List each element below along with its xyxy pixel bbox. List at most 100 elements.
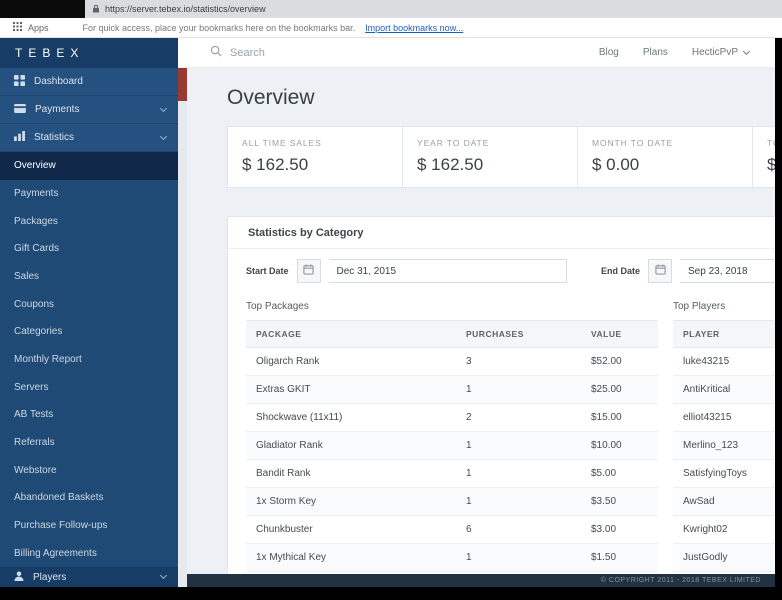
topbar: Blog Plans HecticPvP (178, 38, 775, 68)
calendar-icon (303, 262, 314, 280)
date-filter-row: Start Date End Date (228, 249, 775, 295)
table-row: JustGodly (673, 543, 775, 572)
stat-value: $ 0.00 (767, 155, 775, 174)
start-date-label: Start Date (246, 266, 289, 276)
dashboard-icon (14, 74, 25, 89)
import-bookmarks-link[interactable]: Import bookmarks now... (365, 23, 463, 33)
scrollbar-track[interactable] (178, 68, 187, 587)
table-row: SatisfyingToys (673, 459, 775, 488)
statistics-by-category-panel: Statistics by Category Start Date End Da… (227, 216, 775, 587)
sidebar-item-monthly-report[interactable]: Monthly Report (0, 346, 178, 374)
scrollbar-thumb[interactable] (178, 68, 187, 101)
table-row: Kwright02 (673, 515, 775, 544)
start-date-calendar-button[interactable] (296, 259, 321, 283)
table-row: luke43215 (673, 347, 775, 376)
screen: https://server.tebex.io/statistics/overv… (0, 0, 782, 600)
stats-summary: ALL TIME SALES $ 162.50 YEAR TO DATE $ 1… (227, 126, 775, 188)
chevron-down-icon (742, 47, 751, 55)
table-row: Gladiator Rank 1 $10.00 (246, 431, 658, 460)
table-row: Oligarch Rank 3 $52.00 (246, 347, 658, 376)
table-row: AwSad (673, 487, 775, 516)
sidebar-item-webstore[interactable]: Webstore (0, 456, 178, 484)
sidebar-item-label: Payments (35, 104, 80, 115)
end-date-calendar-button[interactable] (648, 259, 673, 283)
sidebar-item-servers[interactable]: Servers (0, 373, 178, 401)
url-text[interactable]: https://server.tebex.io/statistics/overv… (105, 4, 266, 14)
sidebar-item-label: Players (33, 571, 67, 583)
sidebar-item-sales[interactable]: Sales (0, 263, 178, 291)
tebex-logo[interactable]: TEBEX (0, 38, 178, 68)
end-date-label: End Date (601, 266, 641, 276)
stat-year-to-date: YEAR TO DATE $ 162.50 (403, 127, 578, 187)
stat-all-time-sales: ALL TIME SALES $ 162.50 (228, 127, 403, 187)
end-date-group: End Date (601, 259, 775, 283)
sidebar-item-referrals[interactable]: Referrals (0, 429, 178, 457)
table-row: 1x Storm Key 1 $3.50 (246, 487, 658, 516)
chevron-down-icon (159, 571, 168, 580)
sidebar-item-packages[interactable]: Packages (0, 207, 178, 235)
blog-link[interactable]: Blog (599, 47, 619, 58)
table-header-row: PLAYER (673, 320, 775, 348)
table-row: 1x Mythical Key 1 $1.50 (246, 543, 658, 572)
sidebar-item-players[interactable]: Players (0, 567, 178, 587)
chevron-down-icon (159, 104, 168, 112)
table-row: Bandit Rank 1 $5.00 (246, 459, 658, 488)
sidebar-item-abandoned-baskets[interactable]: Abandoned Baskets (0, 484, 178, 512)
stat-value: $ 162.50 (242, 155, 309, 174)
column-header: PLAYER (673, 320, 775, 348)
stat-label: MONTH TO DATE (592, 138, 674, 148)
sidebar-item-billing-agreements[interactable]: Billing Agreements (0, 539, 178, 567)
top-packages-table: PACKAGE PURCHASES VALUE Oligarch Rank 3 $5… (246, 320, 658, 572)
column-header: PURCHASES (456, 320, 581, 348)
stat-label: TODAY (767, 138, 775, 148)
sidebar-item-gift-cards[interactable]: Gift Cards (0, 235, 178, 263)
stat-label: YEAR TO DATE (417, 138, 490, 148)
browser-address-bar[interactable]: https://server.tebex.io/statistics/overv… (0, 0, 782, 18)
start-date-group: Start Date (246, 259, 567, 283)
chevron-down-icon (159, 132, 168, 140)
sidebar-item-label: Statistics (34, 132, 75, 143)
copyright-footer: © COPYRIGHT 2011 - 2018 TEBEX LIMITED (187, 574, 775, 587)
account-menu[interactable]: HecticPvP (692, 47, 751, 58)
table-row: AntiKritical (673, 375, 775, 404)
sidebar-item-payments[interactable]: Payments (0, 180, 178, 208)
top-players-title: Top Players (673, 301, 726, 312)
table-row: Extras GKIT 1 $25.00 (246, 375, 658, 404)
end-date-input[interactable] (680, 259, 775, 283)
sidebar-item-overview[interactable]: Overview (0, 152, 178, 180)
top-players-section: Top Players PLAYER luke43215 AntiKritica… (673, 301, 775, 572)
column-header: VALUE (581, 320, 658, 348)
top-players-table: PLAYER luke43215 AntiKritical elliot4321… (673, 320, 775, 572)
lock-icon (92, 4, 100, 15)
main-content: Overview ALL TIME SALES $ 162.50 YEAR TO… (187, 68, 775, 587)
sidebar-item-purchase-follow-ups[interactable]: Purchase Follow-ups (0, 512, 178, 540)
sidebar-item-statistics-group[interactable]: Statistics (0, 124, 178, 152)
top-packages-title: Top Packages (246, 301, 309, 312)
apps-label[interactable]: Apps (28, 23, 49, 33)
search-icon (210, 44, 222, 62)
sidebar-item-ab-tests[interactable]: AB Tests (0, 401, 178, 429)
stat-label: ALL TIME SALES (242, 138, 322, 148)
table-row: elliot43215 (673, 403, 775, 432)
top-packages-section: Top Packages PACKAGE PURCHASES VALUE Oli… (246, 301, 658, 572)
sidebar: TEBEX Dashboard Payments Statistics Over… (0, 38, 178, 587)
stat-today: TODAY $ 0.00 (753, 127, 775, 187)
search-input[interactable] (230, 46, 430, 59)
players-icon (14, 570, 24, 584)
plans-link[interactable]: Plans (643, 47, 668, 58)
sidebar-item-dashboard[interactable]: Dashboard (0, 68, 178, 96)
sidebar-item-label: Dashboard (34, 76, 83, 87)
sidebar-item-coupons[interactable]: Coupons (0, 290, 178, 318)
table-row: Chunkbuster 6 $3.00 (246, 515, 658, 544)
sidebar-item-payments-group[interactable]: Payments (0, 96, 178, 124)
page-title: Overview (227, 86, 315, 109)
apps-grid-icon[interactable] (13, 22, 22, 33)
table-row: Merlino_123 (673, 431, 775, 460)
stat-month-to-date: MONTH TO DATE $ 0.00 (578, 127, 753, 187)
statistics-submenu: Overview Payments Packages Gift Cards Sa… (0, 152, 178, 567)
sidebar-item-categories[interactable]: Categories (0, 318, 178, 346)
tables-row: Top Packages PACKAGE PURCHASES VALUE Oli… (228, 295, 775, 586)
start-date-input[interactable] (328, 259, 567, 283)
bookmarks-hint: For quick access, place your bookmarks h… (82, 22, 356, 33)
window-notch (0, 0, 85, 18)
